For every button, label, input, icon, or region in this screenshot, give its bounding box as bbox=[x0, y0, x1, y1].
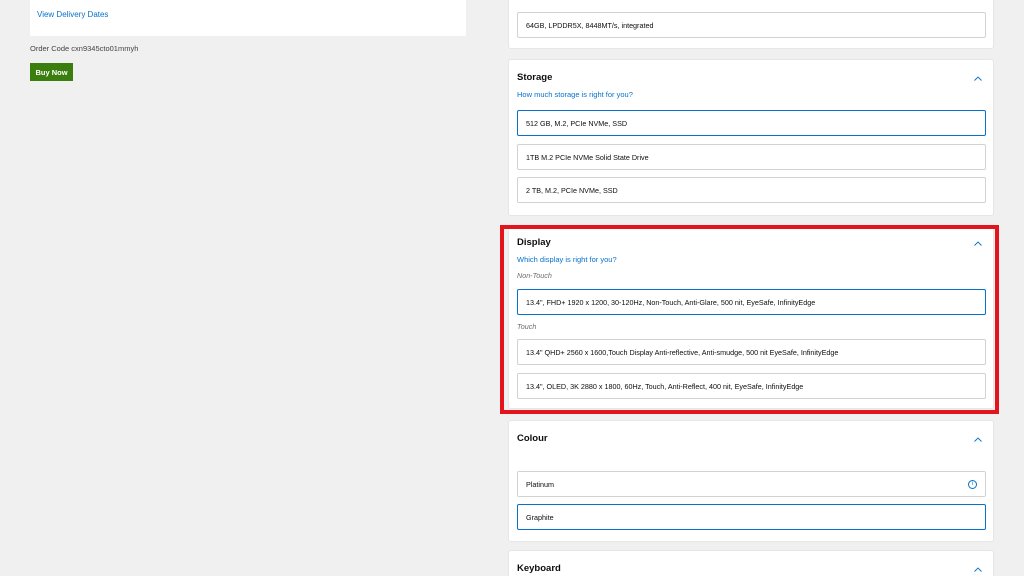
colour-section: Colour Platinum i Graphite bbox=[508, 420, 994, 542]
chevron-up-icon[interactable] bbox=[973, 73, 983, 83]
view-delivery-dates-link[interactable]: View Delivery Dates bbox=[37, 10, 108, 19]
display-help-link[interactable]: Which display is right for you? bbox=[517, 255, 617, 264]
order-code: Order Code cxn9345cto01mmyh bbox=[30, 44, 139, 53]
display-title: Display bbox=[517, 237, 551, 248]
storage-option-1tb[interactable]: 1TB M.2 PCIe NVMe Solid State Drive bbox=[517, 144, 986, 170]
colour-title: Colour bbox=[517, 433, 548, 444]
colour-option-platinum[interactable]: Platinum i bbox=[517, 471, 986, 497]
keyboard-title: Keyboard bbox=[517, 563, 561, 574]
display-option-fhd[interactable]: 13.4", FHD+ 1920 x 1200, 30-120Hz, Non-T… bbox=[517, 289, 986, 315]
chevron-up-icon[interactable] bbox=[973, 238, 983, 248]
colour-option-platinum-label: Platinum bbox=[526, 479, 554, 489]
memory-option[interactable]: 64GB, LPDDR5X, 8448MT/s, integrated bbox=[517, 12, 986, 38]
colour-option-graphite[interactable]: Graphite bbox=[517, 504, 986, 530]
chevron-up-icon[interactable] bbox=[973, 434, 983, 444]
display-option-oled[interactable]: 13.4", OLED, 3K 2880 x 1800, 60Hz, Touch… bbox=[517, 373, 986, 399]
display-option-qhd-touch[interactable]: 13.4" QHD+ 2560 x 1600,Touch Display Ant… bbox=[517, 339, 986, 365]
chevron-up-icon[interactable] bbox=[973, 564, 983, 574]
delivery-card: View Delivery Dates bbox=[30, 0, 466, 36]
info-icon[interactable]: i bbox=[968, 480, 977, 489]
storage-section: Storage How much storage is right for yo… bbox=[508, 59, 994, 216]
display-section: Display Which display is right for you? … bbox=[508, 225, 994, 409]
touch-group-label: Touch bbox=[517, 322, 537, 331]
buy-now-button[interactable]: Buy Now bbox=[30, 63, 73, 81]
storage-option-2tb[interactable]: 2 TB, M.2, PCIe NVMe, SSD bbox=[517, 177, 986, 203]
memory-section: 64GB, LPDDR5X, 8448MT/s, integrated bbox=[508, 0, 994, 49]
keyboard-section: Keyboard bbox=[508, 550, 994, 576]
non-touch-group-label: Non-Touch bbox=[517, 271, 552, 280]
storage-title: Storage bbox=[517, 72, 553, 83]
storage-option-512gb[interactable]: 512 GB, M.2, PCIe NVMe, SSD bbox=[517, 110, 986, 136]
storage-help-link[interactable]: How much storage is right for you? bbox=[517, 90, 633, 99]
